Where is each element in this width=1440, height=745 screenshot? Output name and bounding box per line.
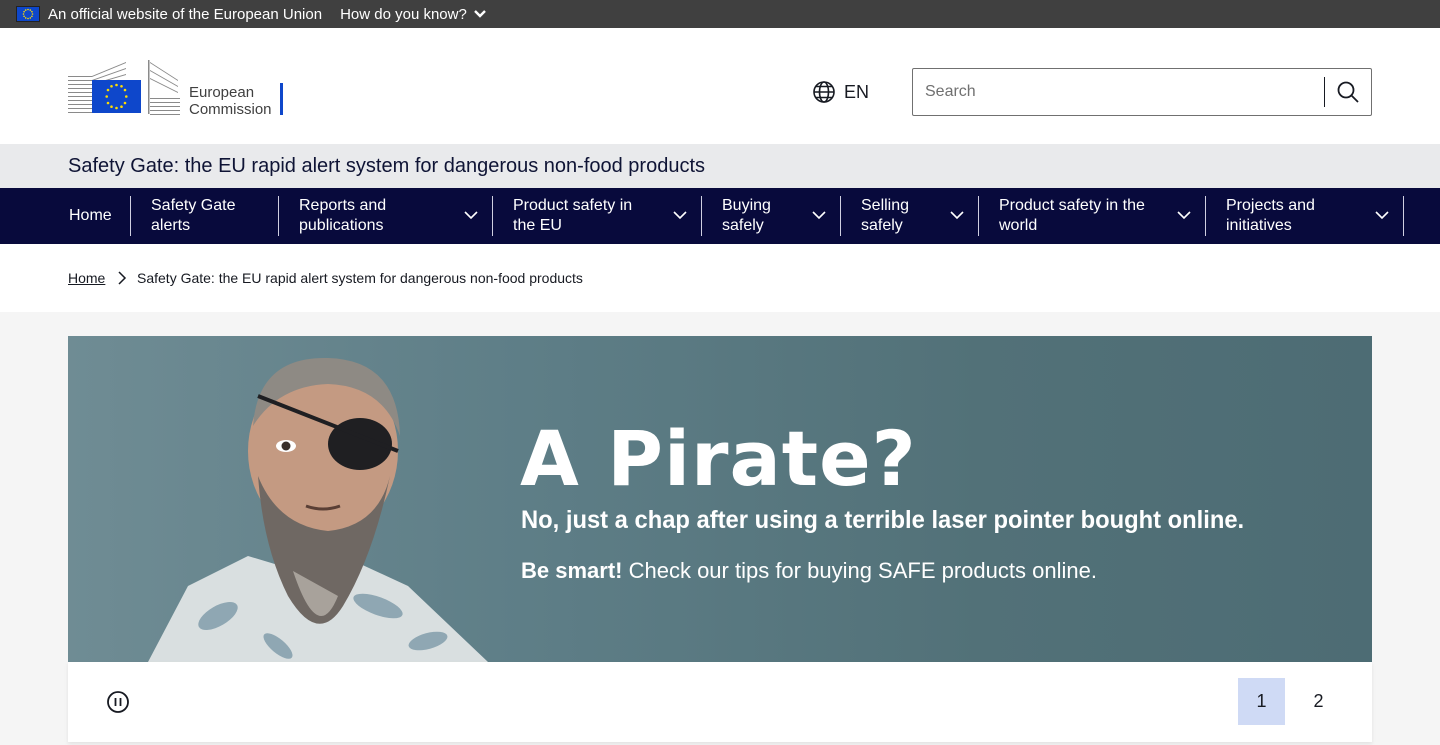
- breadcrumb-home-link[interactable]: Home: [68, 270, 105, 286]
- nav-label: Projects and initiatives: [1226, 197, 1315, 234]
- nav-label: Product safety in the world: [999, 197, 1145, 234]
- nav-separator: [1205, 196, 1206, 236]
- language-code: EN: [844, 81, 870, 102]
- search-input[interactable]: [913, 69, 1324, 115]
- chevron-down-icon: [950, 211, 964, 220]
- eu-flag-icon: [16, 6, 40, 22]
- nav-item-selling-safely[interactable]: Selling safely: [861, 196, 978, 236]
- banner-cta-rest: Check our tips for buying SAFE products …: [622, 558, 1097, 583]
- logo-line-2: Commission: [189, 101, 272, 118]
- chevron-down-icon: [473, 10, 486, 18]
- ec-logo-icon: [68, 60, 180, 115]
- chevron-down-icon: [673, 211, 687, 220]
- carousel-banner-slide[interactable]: A Pirate? No, just a chap after using a …: [68, 336, 1372, 662]
- banner-headline: A Pirate?: [520, 414, 917, 503]
- nav-separator: [978, 196, 979, 236]
- logo-line-1: European: [189, 84, 255, 101]
- nav-item-product-safety-in-the-world[interactable]: Product safety in the world: [999, 196, 1205, 236]
- search-icon: [1337, 81, 1359, 103]
- nav-separator: [278, 196, 279, 236]
- carousel-pause-button[interactable]: [106, 690, 130, 719]
- nav-label: Home: [69, 207, 112, 224]
- nav-item-safety-gate-alerts[interactable]: Safety Gate alerts: [151, 196, 277, 236]
- nav-separator: [701, 196, 702, 236]
- breadcrumb: Home Safety Gate: the EU rapid alert sys…: [0, 244, 1440, 312]
- nav-separator: [1403, 196, 1404, 236]
- chevron-down-icon: [1177, 211, 1191, 220]
- carousel-page-2-button[interactable]: 2: [1295, 678, 1342, 725]
- nav-item-reports-and-publications[interactable]: Reports and publications: [299, 196, 492, 236]
- language-selector[interactable]: EN: [812, 80, 869, 104]
- carousel-controls: 1 2: [68, 662, 1372, 742]
- globe-icon: [813, 81, 835, 103]
- chevron-right-icon: [118, 271, 127, 285]
- how-do-you-know-toggle[interactable]: How do you know?: [340, 6, 487, 23]
- nav-separator: [492, 196, 493, 236]
- site-name-title[interactable]: Safety Gate: the EU rapid alert system f…: [68, 155, 705, 178]
- nav-separator: [840, 196, 841, 236]
- nav-item-home[interactable]: Home: [69, 196, 129, 236]
- nav-label: Reports and publications: [299, 197, 387, 234]
- nav-label: Buying safely: [722, 197, 771, 234]
- eu-official-bar: An official website of the European Unio…: [0, 0, 1440, 28]
- logo-accent-bar: [280, 83, 283, 115]
- banner-subline: No, just a chap after using a terrible l…: [521, 506, 1245, 534]
- search-button[interactable]: [1325, 69, 1371, 115]
- nav-label: Safety Gate alerts: [151, 197, 236, 234]
- search-box: [912, 68, 1372, 116]
- banner-cta: Be smart! Check our tips for buying SAFE…: [521, 558, 1097, 584]
- banner-cta-bold: Be smart!: [521, 558, 623, 583]
- nav-label: Selling safely: [861, 197, 910, 234]
- european-commission-logo[interactable]: European Commission: [68, 58, 288, 118]
- chevron-down-icon: [464, 211, 478, 220]
- pirate-man-illustration: [148, 357, 488, 662]
- nav-item-buying-safely[interactable]: Buying safely: [722, 196, 840, 236]
- breadcrumb-current: Safety Gate: the EU rapid alert system f…: [137, 270, 583, 286]
- site-header: European Commission EN: [0, 28, 1440, 144]
- logo-wordmark: European Commission: [189, 84, 272, 118]
- carousel-page-1-button[interactable]: 1: [1238, 678, 1285, 725]
- chevron-down-icon: [812, 211, 826, 220]
- pause-icon: [107, 691, 129, 713]
- nav-separator: [130, 196, 131, 236]
- nav-item-product-safety-in-the-eu[interactable]: Product safety in the EU: [513, 196, 701, 236]
- official-website-text: An official website of the European Unio…: [48, 5, 323, 23]
- chevron-down-icon: [1375, 211, 1389, 220]
- nav-item-projects-and-initiatives[interactable]: Projects and initiatives: [1226, 196, 1403, 236]
- nav-label: Product safety in the EU: [513, 197, 633, 234]
- main-navigation: Home Safety Gate alerts Reports and public…: [0, 188, 1440, 244]
- how-do-you-know-label: How do you know?: [340, 5, 467, 23]
- site-name-bar: Safety Gate: the EU rapid alert system f…: [0, 144, 1440, 188]
